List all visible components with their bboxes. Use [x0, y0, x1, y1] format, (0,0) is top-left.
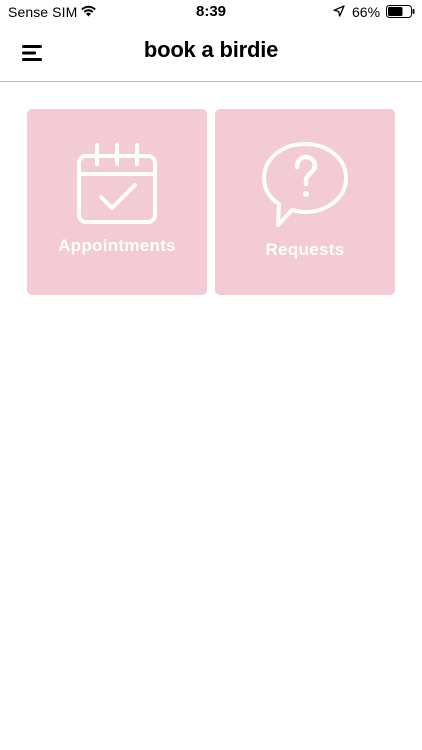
location-arrow-icon [333, 5, 345, 17]
requests-label: Requests [265, 240, 345, 259]
status-bar: Sense SIM 8:39 66% [0, 0, 422, 24]
appointments-label: Appointments [58, 236, 176, 255]
appointments-tile[interactable]: Appointments [27, 109, 207, 295]
calendar-check-icon [77, 143, 157, 224]
question-bubble-icon [262, 142, 348, 227]
requests-tile[interactable]: Requests [215, 109, 395, 295]
nav-bar: book a birdie [0, 24, 422, 82]
battery-icon [386, 5, 415, 18]
app-title: book a birdie [143, 37, 279, 62]
battery-percent: 66% [352, 4, 381, 20]
